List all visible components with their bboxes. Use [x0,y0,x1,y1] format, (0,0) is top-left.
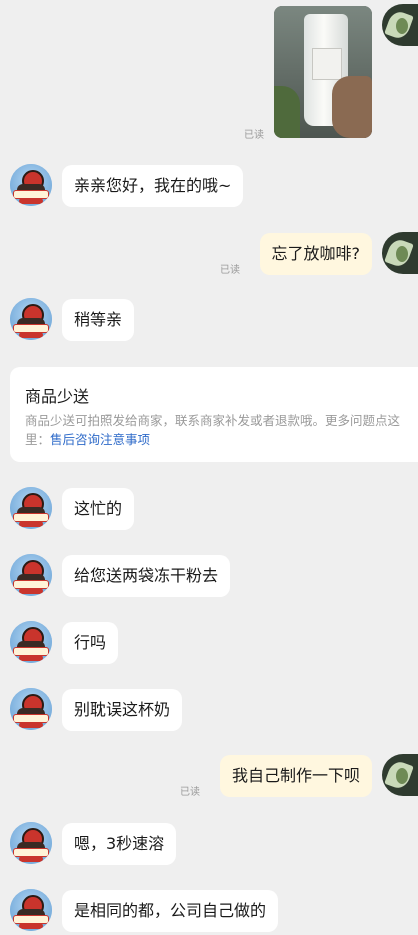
message-bubble[interactable]: 嗯，3秒速溶 [62,823,177,865]
message-bubble[interactable]: 行吗 [62,622,119,664]
shop-avatar[interactable] [10,554,52,596]
message-bubble[interactable]: 忘了放咖啡? [259,233,372,275]
message-bubble[interactable]: 是相同的都，公司自己做的 [62,890,279,932]
read-receipt: 已读 [244,130,264,141]
message-bubble[interactable]: 亲亲您好，我在的哦~ [62,165,244,207]
after-sale-link[interactable]: 售后咨询注意事项 [50,432,150,447]
after-sale-card[interactable]: 商品少送 商品少送可拍照发给商家，联系商家补发或者退款哦。更多问题点这里：售后咨… [10,367,418,462]
user-avatar[interactable] [382,754,418,796]
user-avatar[interactable] [382,232,418,274]
shop-avatar[interactable] [10,889,52,931]
card-title: 商品少送 [25,387,90,406]
read-receipt: 已读 [220,265,240,276]
shop-avatar[interactable] [10,164,52,206]
card-description: 商品少送可拍照发给商家，联系商家补发或者退款哦。更多问题点这里：售后咨询注意事项 [25,411,410,449]
user-avatar[interactable] [382,4,418,46]
shop-avatar[interactable] [10,487,52,529]
shop-avatar[interactable] [10,822,52,864]
sent-photo[interactable] [274,6,372,138]
message-bubble[interactable]: 稍等亲 [62,299,135,341]
read-receipt: 已读 [180,787,200,798]
message-bubble[interactable]: 别耽误这杯奶 [62,689,183,731]
message-bubble[interactable]: 我自己制作一下呗 [219,755,372,797]
message-bubble[interactable]: 给您送两袋冻干粉去 [62,555,231,597]
message-bubble[interactable]: 这忙的 [62,488,135,530]
shop-avatar[interactable] [10,688,52,730]
shop-avatar[interactable] [10,298,52,340]
shop-avatar[interactable] [10,621,52,663]
